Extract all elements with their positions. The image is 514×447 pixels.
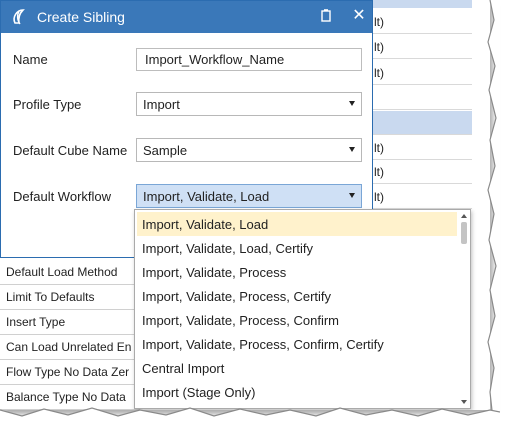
- torn-edge-right: [487, 0, 500, 420]
- scrollbar-thumb[interactable]: [461, 222, 467, 244]
- grid-header: [370, 0, 472, 8]
- dialog-title: Create Sibling: [37, 9, 125, 25]
- name-input[interactable]: Import_Workflow_Name: [136, 48, 362, 71]
- screenshot-frame: lt) lt) lt) lt) lt) lt) Default Load Met…: [0, 0, 490, 410]
- dropdown-option[interactable]: Import, Validate, Load, Certify: [137, 236, 457, 260]
- dropdown-option[interactable]: Import, Validate, Process, Confirm, Cert…: [137, 332, 457, 356]
- grid-cell[interactable]: lt): [370, 160, 472, 184]
- property-row-insert-type[interactable]: Insert Type: [0, 310, 140, 335]
- pin-icon[interactable]: [317, 7, 335, 25]
- dropdown-option[interactable]: Import (Stage Only): [137, 380, 457, 404]
- default-workflow-value: Import, Validate, Load: [143, 189, 270, 204]
- grid-cell[interactable]: lt): [370, 185, 472, 209]
- default-workflow-label: Default Workflow: [13, 189, 112, 204]
- property-row-flow-type-no-data[interactable]: Flow Type No Data Zer: [0, 360, 140, 385]
- dialog-titlebar[interactable]: Create Sibling ✕: [1, 1, 372, 33]
- app-logo-icon: [9, 7, 29, 27]
- default-cube-name-select[interactable]: Sample: [136, 138, 362, 162]
- scroll-up-icon[interactable]: [461, 214, 467, 218]
- default-workflow-select[interactable]: Import, Validate, Load: [136, 184, 362, 208]
- property-row-limit-to-defaults[interactable]: Limit To Defaults: [0, 285, 140, 310]
- grid-cell[interactable]: lt): [370, 35, 472, 59]
- dropdown-option[interactable]: Import, Validate, Process: [137, 260, 457, 284]
- dropdown-option[interactable]: Import, Validate, Process, Certify: [137, 284, 457, 308]
- chevron-down-icon: [349, 193, 355, 198]
- profile-type-select[interactable]: Import: [136, 92, 362, 116]
- default-cube-name-label: Default Cube Name: [13, 143, 128, 158]
- close-icon[interactable]: ✕: [350, 7, 368, 25]
- name-label: Name: [13, 52, 48, 67]
- torn-edge-bottom: [0, 407, 500, 424]
- dropdown-scrollbar[interactable]: [458, 210, 470, 408]
- profile-type-label: Profile Type: [13, 97, 82, 112]
- chevron-down-icon: [349, 147, 355, 152]
- chevron-down-icon: [349, 101, 355, 106]
- profile-type-value: Import: [143, 97, 180, 112]
- grid-cell[interactable]: lt): [370, 10, 472, 34]
- dropdown-option[interactable]: Import, Validate, Load: [137, 212, 457, 236]
- dropdown-option[interactable]: Import, Validate, Process, Confirm: [137, 308, 457, 332]
- default-cube-name-value: Sample: [143, 143, 188, 158]
- default-workflow-dropdown: Import, Validate, Load Import, Validate,…: [134, 209, 471, 409]
- grid-cell[interactable]: [370, 86, 472, 110]
- grid-cell[interactable]: lt): [370, 61, 472, 85]
- dropdown-option[interactable]: Central Import: [137, 356, 457, 380]
- property-row-default-load-method[interactable]: Default Load Method: [0, 260, 140, 285]
- grid-cell-selected[interactable]: [370, 111, 472, 135]
- grid-cell[interactable]: lt): [370, 136, 472, 160]
- property-row-can-load-unrelated[interactable]: Can Load Unrelated En: [0, 335, 140, 360]
